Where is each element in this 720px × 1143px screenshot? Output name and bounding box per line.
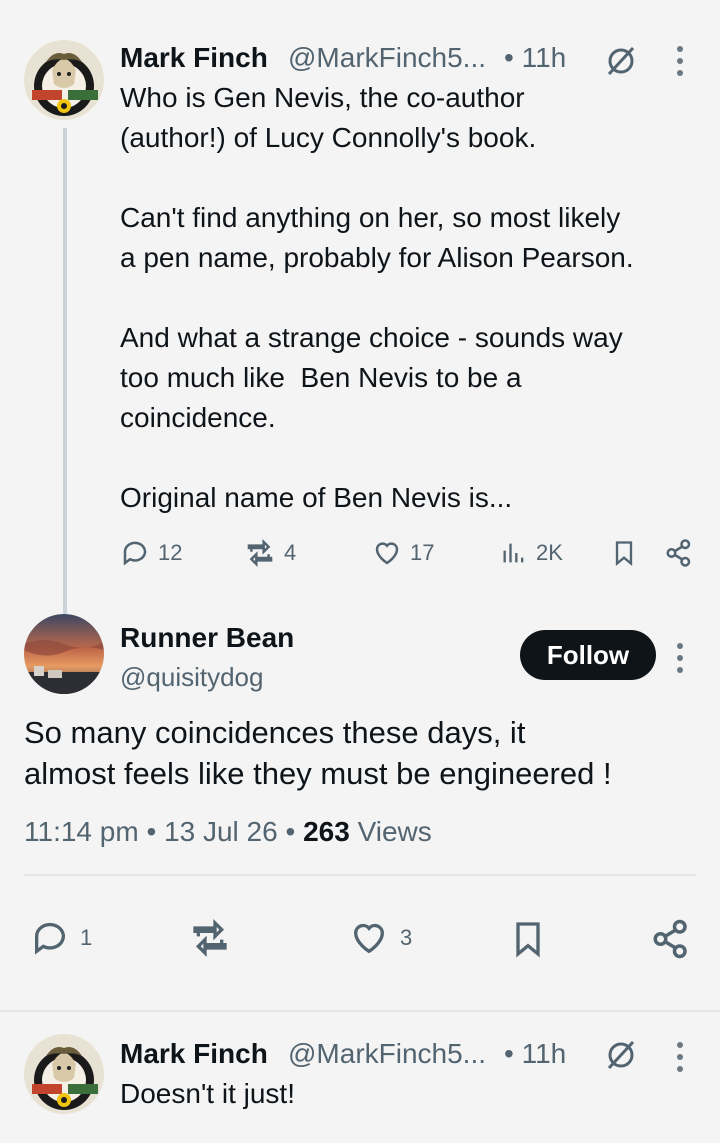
tweet-text: So many coincidences these days, it almo… [24,715,612,791]
views-label[interactable]: Views [358,816,432,847]
reply-count: 12 [158,540,183,565]
author-handle[interactable]: @MarkFinch5... [288,42,486,74]
author-name[interactable]: Mark Finch [120,42,268,74]
thread-line [63,128,67,616]
separator-dot: • [285,816,296,847]
avatar[interactable] [24,1034,104,1114]
repost-icon [247,538,273,568]
heart-icon [375,542,399,565]
repost-button[interactable]: 4 [244,538,296,568]
share-button[interactable] [664,538,694,573]
follow-button[interactable]: Follow [520,630,656,680]
tweet-meta: 11:14 pm • 13 Jul 26 • 263 Views [24,816,432,848]
repost-button[interactable] [188,918,232,958]
like-button[interactable]: 3 [348,918,412,958]
more-options-icon[interactable] [677,1042,683,1072]
avatar[interactable] [24,614,104,694]
bookmark-icon [615,541,633,566]
more-options-icon[interactable] [677,46,683,76]
author-handle[interactable]: @MarkFinch5... [288,1038,486,1070]
like-count: 17 [410,540,435,565]
tweet-text: Doesn't it just! [120,1078,295,1109]
views-button[interactable]: 2K [500,538,563,568]
grok-icon[interactable] [604,1038,638,1077]
author-handle[interactable]: @quisitydog [120,662,263,693]
share-icon [666,539,691,567]
tweet-time[interactable]: • 11h [504,42,566,74]
repost-count: 4 [284,540,297,565]
avatar-image [24,40,104,120]
tweet-time[interactable]: • 11h [504,1038,566,1070]
bookmark-button[interactable] [610,538,638,573]
bookmark-button[interactable] [508,918,548,965]
reply-icon [34,922,65,955]
author-name[interactable]: Runner Bean [120,622,294,654]
reply-count: 1 [80,925,93,950]
like-count: 3 [400,925,413,950]
bookmark-icon [516,922,540,958]
heart-icon [353,923,385,954]
views-count[interactable]: 263 [303,816,350,847]
divider [24,874,696,876]
divider [0,1010,720,1012]
more-options-icon[interactable] [677,643,683,673]
avatar[interactable] [24,40,104,120]
tweet-date[interactable]: 13 Jul 26 [164,816,278,847]
reply-button[interactable]: 1 [30,918,92,958]
repost-icon [193,918,227,958]
reply-icon [123,541,147,566]
separator-dot: • [146,816,157,847]
tweet-text: Who is Gen Nevis, the co-author (author!… [120,82,634,513]
reply-button[interactable]: 12 [120,538,182,568]
avatar-image [24,1034,104,1114]
like-button[interactable]: 17 [372,538,434,568]
analytics-icon [503,543,524,563]
avatar-image [24,614,104,694]
share-icon [653,919,687,959]
view-count: 2K [536,540,563,565]
author-name[interactable]: Mark Finch [120,1038,268,1070]
share-button[interactable] [650,918,692,965]
tweet-time[interactable]: 11:14 pm [24,816,139,847]
